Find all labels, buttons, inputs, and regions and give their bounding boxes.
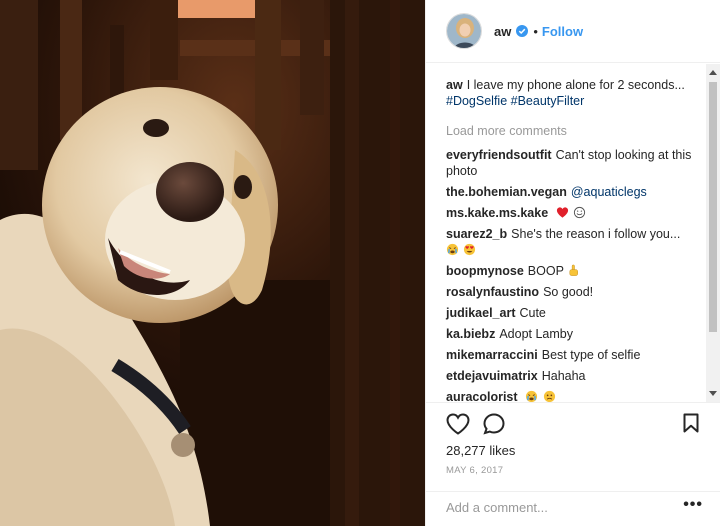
scroll-thumb[interactable] bbox=[709, 82, 717, 332]
caption-text: I leave my phone alone for 2 seconds... bbox=[466, 78, 685, 92]
separator-dot: • bbox=[533, 23, 538, 39]
post-actions: 28,277 likes MAY 6, 2017 ••• bbox=[426, 402, 720, 526]
comment-text: Adopt Lamby bbox=[499, 327, 573, 341]
post-photo[interactable] bbox=[0, 0, 425, 526]
comment-username[interactable]: etdejavuimatrix bbox=[446, 369, 538, 383]
comment-item: ms.kake.ms.kake bbox=[446, 205, 695, 221]
more-options-button[interactable]: ••• bbox=[683, 496, 703, 514]
scroll-down-arrow-icon[interactable] bbox=[709, 391, 717, 396]
comment-item: rosalynfaustino So good! bbox=[446, 284, 695, 300]
comment-item: auracolorist bbox=[446, 389, 695, 402]
load-more-comments-link[interactable]: Load more comments bbox=[446, 123, 695, 139]
comment-bubble-icon[interactable] bbox=[483, 413, 505, 435]
comments-scrollbar[interactable] bbox=[706, 64, 720, 402]
comment-text: Best type of selfie bbox=[541, 348, 641, 362]
comment-item: everyfriendsoutfit Can't stop looking at … bbox=[446, 147, 695, 179]
comment-username[interactable]: the.bohemian.vegan bbox=[446, 185, 567, 199]
dog-selfie-image bbox=[0, 0, 425, 526]
post-side-panel: aw • Follow aw I leave my phone alone for… bbox=[425, 0, 720, 526]
smile-emoji bbox=[574, 206, 586, 219]
caption-username[interactable]: aw bbox=[446, 78, 463, 92]
comment-username[interactable]: rosalynfaustino bbox=[446, 285, 539, 299]
comment-item: boopmynose BOOP bbox=[446, 263, 695, 279]
comment-item: ka.biebz Adopt Lamby bbox=[446, 326, 695, 342]
likes-count[interactable]: 28,277 likes bbox=[446, 443, 515, 458]
comment-username[interactable]: everyfriendsoutfit bbox=[446, 148, 552, 162]
post-date: MAY 6, 2017 bbox=[446, 465, 504, 476]
comment-username[interactable]: ka.biebz bbox=[446, 327, 495, 341]
heart-eyes-emoji bbox=[464, 243, 476, 256]
comment-username[interactable]: ms.kake.ms.kake bbox=[446, 206, 548, 220]
comment-username[interactable]: suarez2_b bbox=[446, 227, 507, 241]
comment-username[interactable]: judikael_art bbox=[446, 306, 515, 320]
comments-list: aw I leave my phone alone for 2 seconds..… bbox=[426, 64, 707, 402]
comment-username[interactable]: mikemarraccini bbox=[446, 348, 538, 362]
comment-item: etdejavuimatrix Hahaha bbox=[446, 368, 695, 384]
comment-text: Hahaha bbox=[541, 369, 586, 383]
scroll-up-arrow-icon[interactable] bbox=[709, 70, 717, 75]
comment-item: mikemarraccini Best type of selfie bbox=[446, 347, 695, 363]
red-heart-emoji bbox=[556, 207, 568, 218]
add-comment-bar: ••• bbox=[426, 491, 720, 526]
comment-text: She's the reason i follow you... bbox=[511, 227, 681, 241]
username-link[interactable]: aw bbox=[494, 24, 511, 39]
bookmark-icon[interactable] bbox=[683, 413, 699, 433]
post-header: aw • Follow bbox=[426, 0, 720, 63]
avatar[interactable] bbox=[446, 13, 482, 49]
comment-item: the.bohemian.vegan @aquaticlegs bbox=[446, 184, 695, 200]
add-comment-input[interactable] bbox=[446, 500, 666, 515]
comment-text: So good! bbox=[543, 285, 594, 299]
comment-mention[interactable]: @aquaticlegs bbox=[571, 185, 647, 199]
pointing-hand-emoji bbox=[569, 264, 579, 276]
comment-text: Cute bbox=[519, 306, 546, 320]
worried-emoji bbox=[543, 390, 555, 402]
hashtag-dogselfie[interactable]: #DogSelfie bbox=[446, 94, 507, 108]
comment-text: BOOP bbox=[527, 264, 564, 278]
verified-badge-icon bbox=[516, 25, 529, 37]
comment-username[interactable]: boopmynose bbox=[446, 264, 524, 278]
comment-username[interactable]: auracolorist bbox=[446, 390, 518, 402]
post-caption: aw I leave my phone alone for 2 seconds..… bbox=[446, 77, 695, 109]
crying-emoji bbox=[446, 243, 459, 256]
comment-item: judikael_art Cute bbox=[446, 305, 695, 321]
crying-emoji bbox=[525, 390, 538, 402]
heart-outline-icon[interactable] bbox=[446, 413, 470, 435]
hashtag-beautyfilter[interactable]: #BeautyFilter bbox=[511, 94, 585, 108]
comment-item: suarez2_b She's the reason i follow you..… bbox=[446, 226, 695, 258]
follow-button[interactable]: Follow bbox=[542, 24, 583, 39]
